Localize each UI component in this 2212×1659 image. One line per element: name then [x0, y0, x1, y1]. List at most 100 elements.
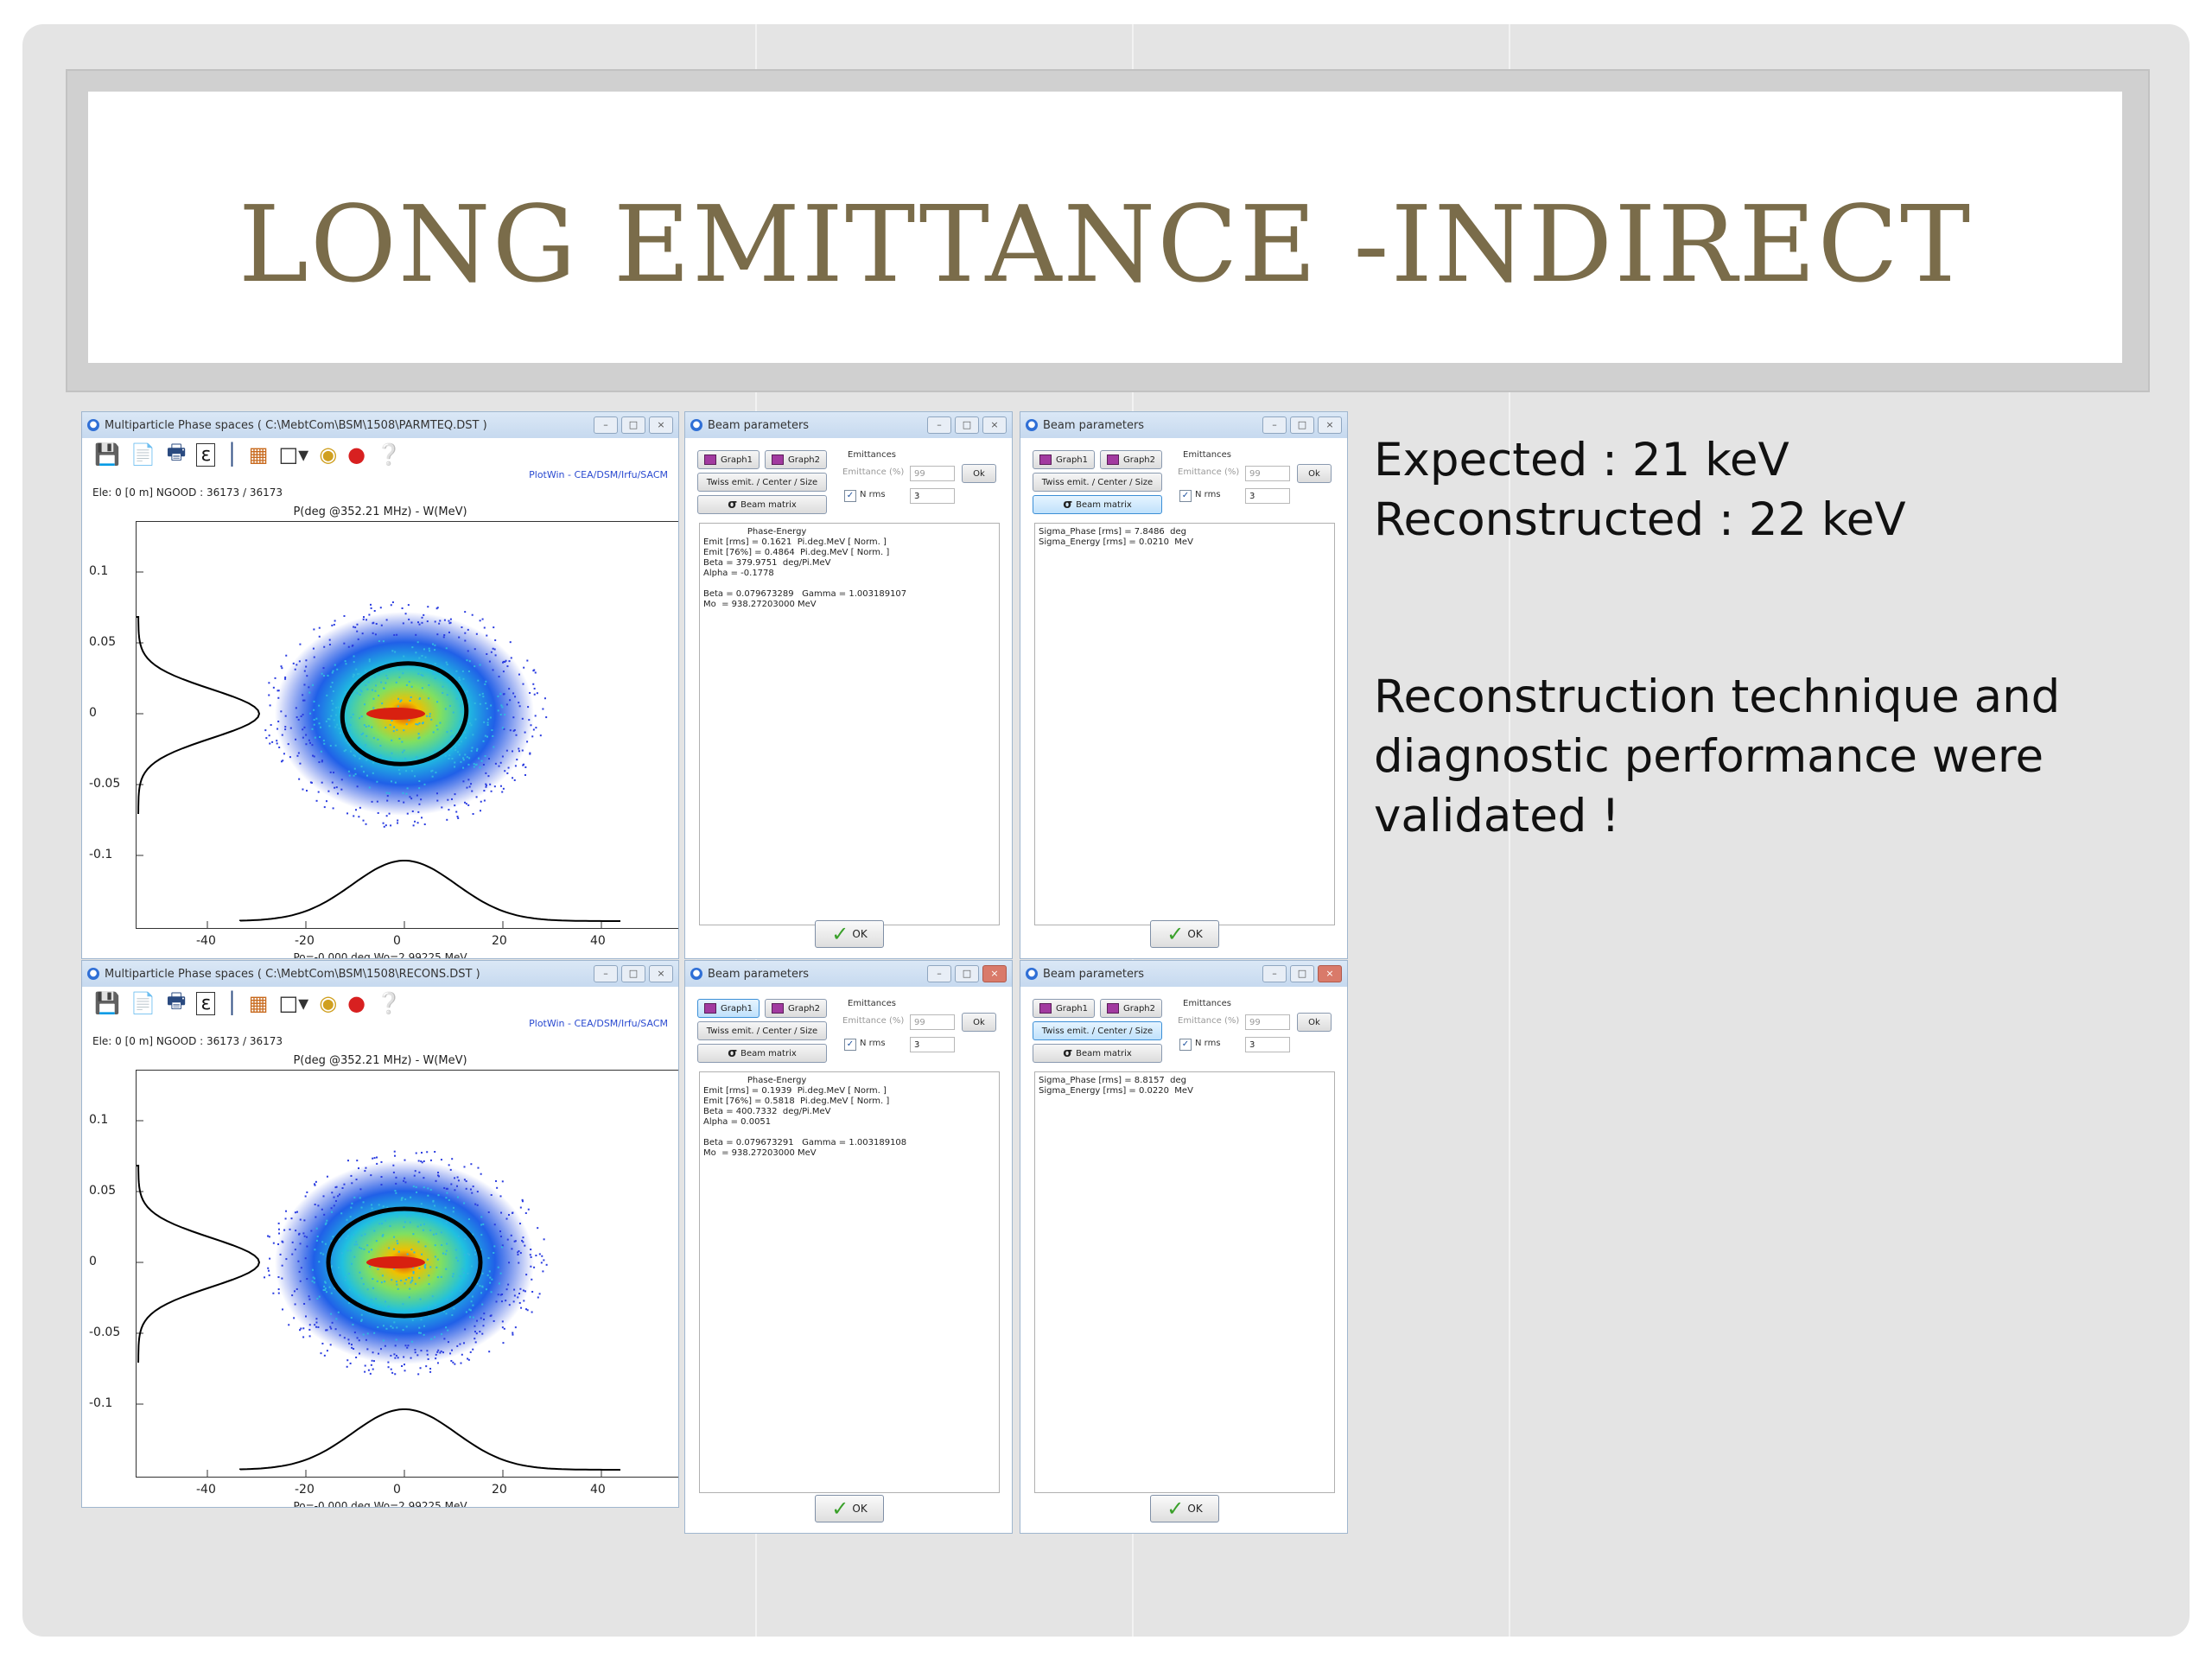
phase-space-window[interactable]: ● Multiparticle Phase spaces ( C:\MebtCo…: [81, 960, 679, 1508]
print-icon[interactable]: 🖶: [167, 437, 187, 473]
chart-icon[interactable]: ▦: [249, 991, 269, 1015]
nrms-checkbox[interactable]: ✓: [1179, 1039, 1192, 1051]
graph1-button[interactable]: Graph1: [697, 999, 760, 1018]
maximize-icon[interactable]: □: [621, 965, 645, 982]
emittance-pct-field[interactable]: 99: [910, 466, 955, 481]
minimize-icon[interactable]: –: [927, 416, 951, 434]
close-icon[interactable]: ×: [1318, 416, 1342, 434]
graph2-button[interactable]: Graph2: [1100, 999, 1162, 1018]
beam-matrix-button[interactable]: σ Beam matrix: [697, 1044, 827, 1063]
save-icon[interactable]: 💾: [94, 442, 120, 467]
beam-parameters-window[interactable]: ● Beam parameters – □ × Graph1 Graph2 Tw…: [1020, 960, 1348, 1534]
nrms-field[interactable]: 3: [910, 488, 955, 504]
window-titlebar[interactable]: ● Beam parameters – □ ×: [685, 412, 1012, 438]
particle-dot: [313, 700, 315, 702]
window-titlebar[interactable]: ● Beam parameters – □ ×: [685, 961, 1012, 987]
graph2-button[interactable]: Graph2: [765, 450, 827, 469]
graph1-button[interactable]: Graph1: [697, 450, 760, 469]
results-text[interactable]: Sigma_Phase [rms] = 7.8486 deg Sigma_Ene…: [1034, 523, 1335, 925]
nrms-field[interactable]: 3: [1245, 1037, 1290, 1052]
nrms-checkbox[interactable]: ✓: [844, 490, 856, 502]
target-icon[interactable]: ◉: [319, 991, 337, 1015]
ok-button[interactable]: ✓ OK: [1150, 1495, 1219, 1522]
ok-small-button[interactable]: Ok: [962, 1013, 996, 1032]
emittance-pct-field[interactable]: 99: [1245, 1014, 1290, 1030]
ok-button[interactable]: ✓ OK: [1150, 920, 1219, 948]
minimize-icon[interactable]: –: [1262, 965, 1287, 982]
beam-parameters-window[interactable]: ● Beam parameters – □ × Graph1 Graph2 Tw…: [684, 411, 1013, 959]
beam-matrix-button[interactable]: σ Beam matrix: [1033, 1044, 1162, 1063]
particle-dot: [524, 1211, 527, 1214]
ruler-icon[interactable]: │: [226, 442, 238, 467]
save-icon[interactable]: 💾: [94, 991, 120, 1015]
maximize-icon[interactable]: □: [621, 416, 645, 434]
graph1-button[interactable]: Graph1: [1033, 450, 1095, 469]
maximize-icon[interactable]: □: [1290, 416, 1314, 434]
ok-button[interactable]: ✓ OK: [815, 920, 884, 948]
epsilon-icon[interactable]: ε: [196, 991, 216, 1015]
twiss-button[interactable]: Twiss emit. / Center / Size: [697, 1021, 827, 1040]
nrms-checkbox[interactable]: ✓: [1179, 490, 1192, 502]
particle-dot: [367, 725, 370, 728]
graph2-button[interactable]: Graph2: [765, 999, 827, 1018]
help-icon[interactable]: ❔: [376, 991, 402, 1015]
phase-space-window[interactable]: ● Multiparticle Phase spaces ( C:\MebtCo…: [81, 411, 679, 959]
graph1-button[interactable]: Graph1: [1033, 999, 1095, 1018]
ok-small-button[interactable]: Ok: [962, 464, 996, 483]
beam-matrix-button[interactable]: σ Beam matrix: [1033, 495, 1162, 514]
ok-small-button[interactable]: Ok: [1297, 1013, 1332, 1032]
phase-space-plot[interactable]: [136, 1070, 678, 1478]
results-text[interactable]: Sigma_Phase [rms] = 8.8157 deg Sigma_Ene…: [1034, 1071, 1335, 1493]
window-titlebar[interactable]: ● Multiparticle Phase spaces ( C:\MebtCo…: [82, 961, 678, 987]
maximize-icon[interactable]: □: [1290, 965, 1314, 982]
beam-parameters-window[interactable]: ● Beam parameters – □ × Graph1 Graph2 Tw…: [684, 960, 1013, 1534]
close-icon[interactable]: ×: [982, 965, 1007, 982]
page-icon[interactable]: 📄: [130, 442, 156, 467]
epsilon-icon[interactable]: ε: [196, 442, 216, 467]
square-icon[interactable]: □▾: [278, 442, 308, 467]
window-titlebar[interactable]: ● Beam parameters – □ ×: [1020, 412, 1347, 438]
twiss-button[interactable]: Twiss emit. / Center / Size: [1033, 1021, 1162, 1040]
results-text[interactable]: Phase-Energy Emit [rms] = 0.1621 Pi.deg.…: [699, 523, 1000, 925]
emittance-pct-field[interactable]: 99: [1245, 466, 1290, 481]
square-icon[interactable]: □▾: [278, 991, 308, 1015]
maximize-icon[interactable]: □: [955, 965, 979, 982]
window-title: Multiparticle Phase spaces ( C:\MebtCom\…: [105, 418, 487, 432]
emittance-pct-field[interactable]: 99: [910, 1014, 955, 1030]
close-icon[interactable]: ×: [649, 416, 673, 434]
ruler-icon[interactable]: │: [226, 991, 238, 1015]
circle-icon[interactable]: ●: [347, 442, 365, 467]
nrms-checkbox[interactable]: ✓: [844, 1039, 856, 1051]
minimize-icon[interactable]: –: [594, 965, 618, 982]
nrms-field[interactable]: 3: [1245, 488, 1290, 504]
page-icon[interactable]: 📄: [130, 991, 156, 1015]
print-icon[interactable]: 🖶: [167, 986, 187, 1021]
maximize-icon[interactable]: □: [955, 416, 979, 434]
circle-icon[interactable]: ●: [347, 991, 365, 1015]
ok-button[interactable]: ✓ OK: [815, 1495, 884, 1522]
minimize-icon[interactable]: –: [927, 965, 951, 982]
phase-space-plot[interactable]: [136, 521, 678, 929]
graph2-button[interactable]: Graph2: [1100, 450, 1162, 469]
twiss-button[interactable]: Twiss emit. / Center / Size: [1033, 473, 1162, 492]
help-icon[interactable]: ❔: [376, 442, 402, 467]
particle-dot: [314, 1324, 316, 1326]
minimize-icon[interactable]: –: [594, 416, 618, 434]
close-icon[interactable]: ×: [982, 416, 1007, 434]
particle-dot: [281, 1240, 283, 1243]
target-icon[interactable]: ◉: [319, 442, 337, 467]
close-icon[interactable]: ×: [649, 965, 673, 982]
ok-small-button[interactable]: Ok: [1297, 464, 1332, 483]
nrms-field[interactable]: 3: [910, 1037, 955, 1052]
window-titlebar[interactable]: ● Multiparticle Phase spaces ( C:\MebtCo…: [82, 412, 678, 438]
beam-matrix-button[interactable]: σ Beam matrix: [697, 495, 827, 514]
particle-dot: [464, 639, 467, 642]
minimize-icon[interactable]: –: [1262, 416, 1287, 434]
beam-parameters-window[interactable]: ● Beam parameters – □ × Graph1 Graph2 Tw…: [1020, 411, 1348, 959]
chart-icon[interactable]: ▦: [249, 442, 269, 467]
particle-dot: [396, 1326, 398, 1329]
results-text[interactable]: Phase-Energy Emit [rms] = 0.1939 Pi.deg.…: [699, 1071, 1000, 1493]
close-icon[interactable]: ×: [1318, 965, 1342, 982]
twiss-button[interactable]: Twiss emit. / Center / Size: [697, 473, 827, 492]
window-titlebar[interactable]: ● Beam parameters – □ ×: [1020, 961, 1347, 987]
